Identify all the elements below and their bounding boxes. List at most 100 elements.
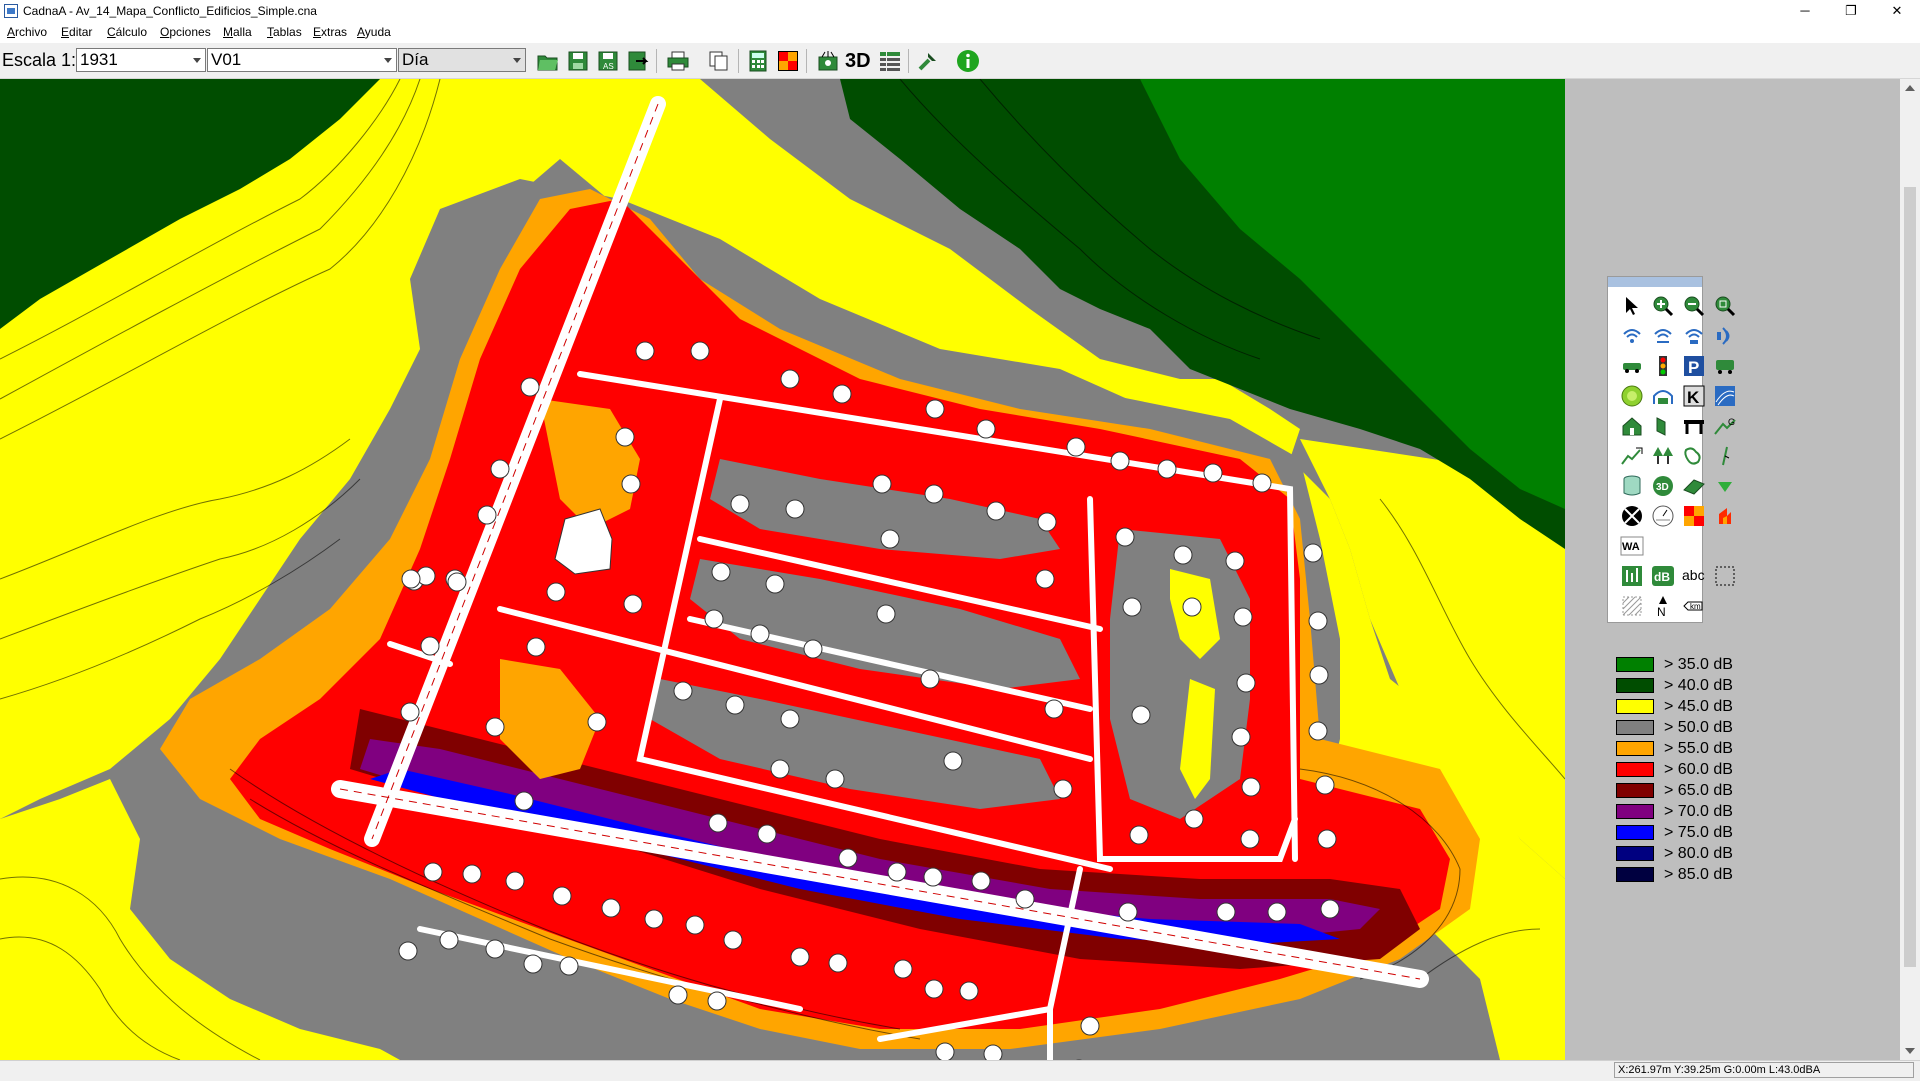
- chevron-down-icon[interactable]: [189, 49, 205, 71]
- cylinder-icon[interactable]: [1620, 474, 1644, 498]
- toolbar: Escala 1: 1931 V01 Día AS 3D: [0, 43, 1920, 79]
- line-source-icon[interactable]: [1651, 324, 1675, 348]
- open-icon[interactable]: [536, 49, 560, 73]
- legend-swatch: [1616, 678, 1654, 693]
- menu-extras[interactable]: Extras: [313, 25, 347, 39]
- legend-label: > 75.0 dB: [1664, 824, 1733, 841]
- zoom-in-icon[interactable]: [1651, 294, 1675, 318]
- menu-ayuda[interactable]: Ayuda: [357, 25, 391, 39]
- label-3d[interactable]: 3D: [845, 49, 873, 73]
- height-point-icon[interactable]: [1713, 474, 1737, 498]
- noise-map-canvas[interactable]: [0, 79, 1565, 1060]
- scroll-down-icon[interactable]: [1905, 1048, 1915, 1054]
- scroll-thumb[interactable]: [1904, 187, 1916, 967]
- vertical-source-icon[interactable]: [1713, 324, 1737, 348]
- km-scale-icon[interactable]: km: [1682, 594, 1706, 618]
- menu-archivo[interactable]: Archivo: [7, 25, 47, 39]
- menu-malla[interactable]: Malla: [223, 25, 252, 39]
- variant-combo[interactable]: V01: [207, 48, 397, 72]
- legend-label: > 80.0 dB: [1664, 845, 1733, 862]
- chevron-down-icon[interactable]: [380, 49, 396, 71]
- menu-tablas[interactable]: Tablas: [267, 25, 302, 39]
- tool-palette: P K G 3D WA dB abc N km: [1607, 276, 1736, 623]
- north-arrow-icon[interactable]: N: [1651, 594, 1675, 619]
- db-icon[interactable]: dB: [1651, 564, 1675, 588]
- terrain-icon[interactable]: G: [1713, 414, 1737, 438]
- wa-label: WA: [1622, 541, 1640, 553]
- wa-icon[interactable]: WA: [1620, 534, 1644, 558]
- point-source-icon[interactable]: [1620, 324, 1644, 348]
- scale-combo[interactable]: 1931: [76, 48, 206, 72]
- ruler-icon[interactable]: [1713, 444, 1737, 468]
- menu-calculo[interactable]: Cálculo: [107, 25, 147, 39]
- save-icon[interactable]: [566, 49, 590, 73]
- menu-opciones[interactable]: Opciones: [160, 25, 211, 39]
- period-value: Día: [402, 50, 429, 69]
- export-icon[interactable]: [626, 49, 650, 73]
- hatch-icon[interactable]: [1620, 594, 1644, 618]
- zoom-out-icon[interactable]: [1682, 294, 1706, 318]
- text-icon[interactable]: abc: [1682, 564, 1710, 588]
- menu-bar: Archivo Editar Cálculo Opciones Malla Ta…: [0, 23, 1920, 43]
- legend-swatch: [1616, 741, 1654, 756]
- view-3d-icon[interactable]: [816, 49, 840, 73]
- toolbar-separator: [806, 49, 807, 73]
- calc-area-icon[interactable]: [1620, 564, 1644, 588]
- legend-swatch: [1616, 846, 1654, 861]
- legend-item: > 75.0 dB: [1612, 822, 1752, 843]
- legend-swatch: [1616, 825, 1654, 840]
- dial-icon[interactable]: [1651, 504, 1675, 528]
- railway-icon[interactable]: [1713, 354, 1737, 378]
- receiver-cross-icon[interactable]: [1620, 504, 1644, 528]
- grid-icon[interactable]: [1682, 504, 1706, 528]
- calculator-icon[interactable]: [746, 49, 770, 73]
- menu-editar[interactable]: Editar: [61, 25, 92, 39]
- area-source-icon[interactable]: [1682, 324, 1706, 348]
- fire-icon[interactable]: [1713, 504, 1737, 528]
- forest-icon[interactable]: [1651, 444, 1675, 468]
- k-icon[interactable]: K: [1682, 384, 1706, 408]
- info-icon[interactable]: [956, 49, 980, 73]
- section-icon[interactable]: [1713, 564, 1737, 588]
- copy-icon[interactable]: [706, 49, 730, 73]
- legend-swatch: [1616, 804, 1654, 819]
- barrier-icon[interactable]: [1651, 414, 1675, 438]
- tunnel-icon[interactable]: [1651, 384, 1675, 408]
- zoom-window-icon[interactable]: [1713, 294, 1737, 318]
- chevron-down-icon[interactable]: [509, 49, 525, 71]
- save-as-icon[interactable]: AS: [596, 49, 620, 73]
- close-button[interactable]: ✕: [1874, 0, 1920, 23]
- table-icon[interactable]: [878, 49, 902, 73]
- period-combo[interactable]: Día: [398, 48, 526, 72]
- scale-label: Escala 1:: [2, 50, 77, 70]
- road-icon[interactable]: [1620, 354, 1644, 378]
- legend-item: > 50.0 dB: [1612, 717, 1752, 738]
- svg-text:G: G: [1728, 417, 1735, 427]
- wave-icon[interactable]: [1713, 384, 1737, 408]
- contour-line-icon[interactable]: [1620, 444, 1644, 468]
- building-icon[interactable]: [1620, 414, 1644, 438]
- legend-item: > 80.0 dB: [1612, 843, 1752, 864]
- maximize-button[interactable]: ❐: [1828, 0, 1874, 23]
- scroll-up-icon[interactable]: [1905, 85, 1915, 91]
- traffic-light-icon[interactable]: [1651, 354, 1675, 378]
- tools-icon[interactable]: [916, 49, 940, 73]
- pointer-icon[interactable]: [1620, 294, 1644, 318]
- minimize-button[interactable]: ─: [1782, 0, 1828, 23]
- legend-label: > 35.0 dB: [1664, 656, 1733, 673]
- grid-map-icon[interactable]: [776, 49, 800, 73]
- bridge-icon[interactable]: [1682, 414, 1706, 438]
- legend-label: > 85.0 dB: [1664, 866, 1733, 883]
- object-3d-icon[interactable]: 3D: [1651, 474, 1675, 498]
- window-title: CadnaA - Av_14_Mapa_Conflicto_Edificios_…: [23, 4, 317, 18]
- print-icon[interactable]: [666, 49, 690, 73]
- legend-swatch: [1616, 783, 1654, 798]
- industry-icon[interactable]: [1620, 384, 1644, 408]
- palette-caption[interactable]: [1608, 277, 1702, 287]
- app-icon: [4, 4, 18, 18]
- embankment-icon[interactable]: [1682, 474, 1706, 498]
- legend-label: > 40.0 dB: [1664, 677, 1733, 694]
- parking-icon[interactable]: P: [1682, 354, 1706, 378]
- ground-absorption-icon[interactable]: [1682, 444, 1706, 468]
- vertical-scrollbar[interactable]: [1900, 79, 1920, 1060]
